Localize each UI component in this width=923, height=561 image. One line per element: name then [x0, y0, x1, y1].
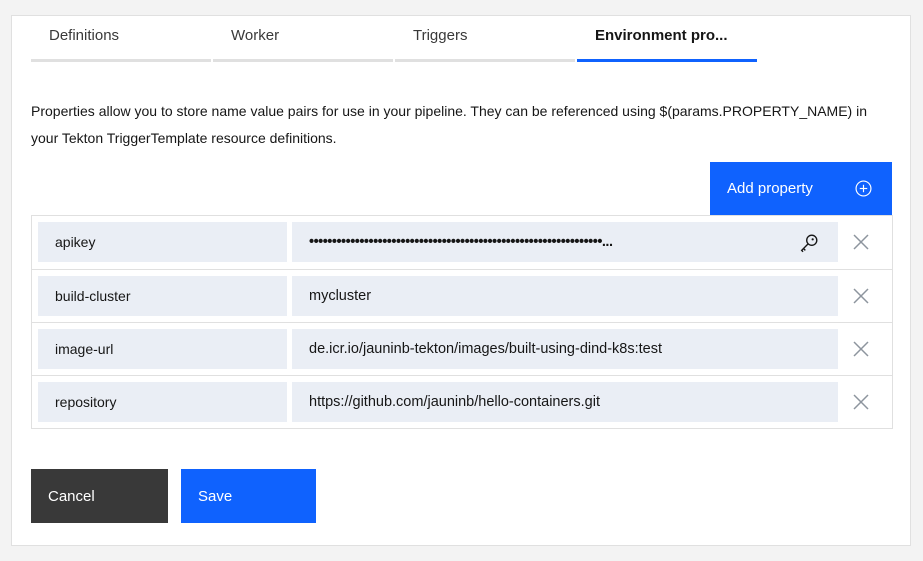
property-value-field[interactable]: mycluster [292, 276, 838, 316]
add-property-button[interactable]: Add property [710, 162, 892, 215]
properties-description: Properties allow you to store name value… [31, 103, 868, 146]
tab-worker[interactable]: Worker [213, 16, 393, 62]
close-icon[interactable] [850, 338, 872, 360]
close-icon[interactable] [850, 285, 872, 307]
property-row: build-cluster mycluster [32, 269, 892, 322]
property-name-field[interactable]: apikey [38, 222, 287, 262]
property-value-field[interactable]: ••••••••••••••••••••••••••••••••••••••••… [292, 222, 838, 262]
tab-label: Definitions [49, 27, 120, 44]
property-value-field[interactable]: https://github.com/jauninb/hello-contain… [292, 382, 838, 422]
tab-environment-properties[interactable]: Environment pro... [577, 16, 757, 62]
tab-indicator [577, 59, 757, 62]
property-row: repository https://github.com/jauninb/he… [32, 375, 892, 428]
tab-indicator [213, 59, 393, 62]
tab-label: Worker [231, 27, 280, 44]
tab-list: Definitions Worker Triggers Environment … [31, 16, 759, 62]
tab-label: Triggers [413, 27, 468, 44]
properties-table: apikey •••••••••••••••••••••••••••••••••… [31, 215, 893, 429]
property-value-field[interactable]: de.icr.io/jauninb-tekton/images/built-us… [292, 329, 838, 369]
property-name-field[interactable]: build-cluster [38, 276, 287, 316]
property-row: image-url de.icr.io/jauninb-tekton/image… [32, 322, 892, 375]
add-property-label: Add property [727, 180, 813, 197]
tab-indicator [31, 59, 211, 62]
tab-definitions[interactable]: Definitions [31, 16, 211, 62]
tab-triggers[interactable]: Triggers [395, 16, 575, 62]
environment-properties-panel: Definitions Worker Triggers Environment … [11, 15, 911, 546]
tab-indicator [395, 59, 575, 62]
save-button[interactable]: Save [181, 469, 316, 523]
add-circle-icon [855, 180, 872, 197]
close-icon[interactable] [850, 391, 872, 413]
property-name-field[interactable]: image-url [38, 329, 287, 369]
close-icon[interactable] [850, 231, 872, 253]
property-name-field[interactable]: repository [38, 382, 287, 422]
cancel-button[interactable]: Cancel [31, 469, 168, 523]
tab-label: Environment pro... [595, 27, 728, 44]
key-icon[interactable] [798, 232, 820, 254]
property-row: apikey •••••••••••••••••••••••••••••••••… [32, 216, 892, 269]
